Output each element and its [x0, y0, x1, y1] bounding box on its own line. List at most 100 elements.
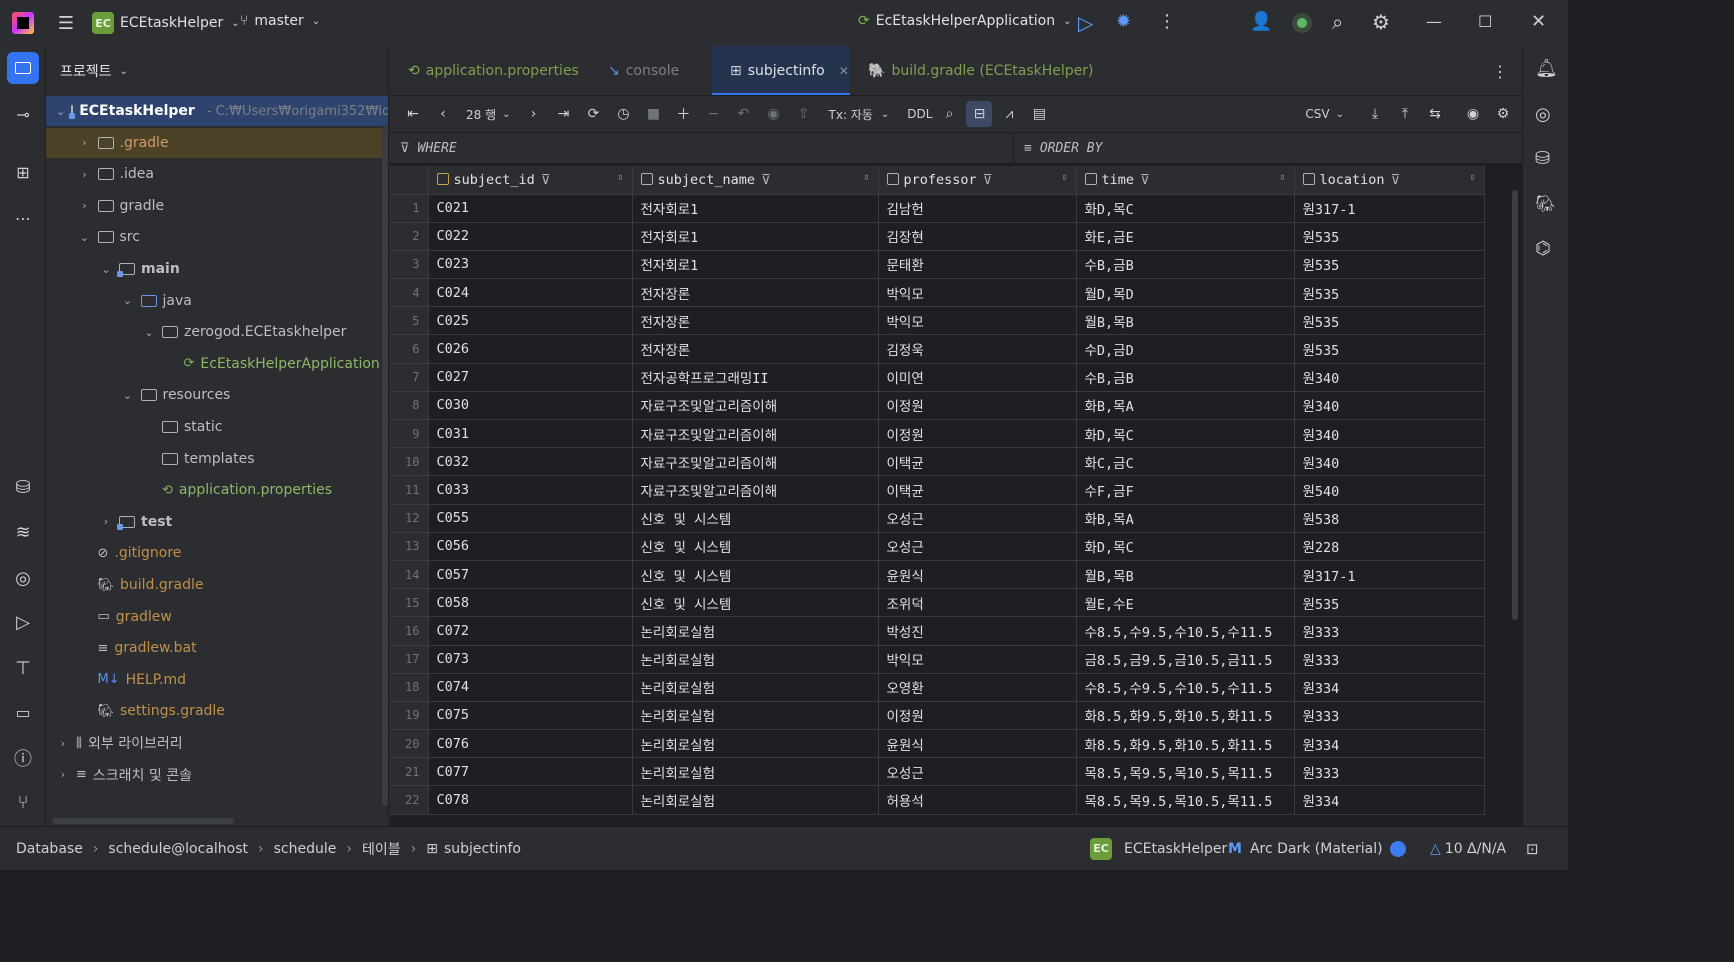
chevron-right-icon[interactable]: › — [78, 168, 92, 181]
terminal-tool-button[interactable]: ▭ — [7, 696, 39, 728]
cell-professor[interactable]: 박성진 — [878, 616, 1077, 646]
search-icon[interactable]: ⌕ — [1332, 10, 1343, 34]
cell-professor[interactable]: 허용석 — [878, 785, 1077, 815]
tree-item[interactable]: ≡ gradlew.bat — [46, 633, 388, 663]
add-row-icon[interactable]: ＋ — [671, 101, 697, 127]
tree-item[interactable]: ⌄ src — [46, 222, 388, 252]
cell-subject-name[interactable]: 논리회로실험 — [632, 673, 879, 702]
sort-arrows-icon[interactable]: ⇕ — [1279, 172, 1285, 183]
cell-location[interactable]: 원333 — [1294, 701, 1485, 731]
submit-icon[interactable]: ⇧ — [791, 101, 817, 127]
close-window-icon[interactable]: ✕ — [1531, 11, 1546, 32]
cell-subject-name[interactable]: 논리회로실험 — [632, 645, 879, 674]
table-row[interactable]: 5 C025 전자장론 박익모 월B,목B 원535 — [390, 306, 1485, 336]
cell-subject-name[interactable]: 자료구조및알고리즘이해 — [632, 475, 879, 505]
cell-subject-name[interactable]: 논리회로실험 — [632, 785, 879, 815]
previous-page-icon[interactable]: ‹ — [430, 101, 456, 127]
tab-console[interactable]: ↘ console — [590, 46, 712, 95]
cell-subject-name[interactable]: 논리회로실험 — [632, 701, 879, 731]
cell-subject-id[interactable]: C030 — [428, 391, 633, 421]
cell-professor[interactable]: 이택균 — [878, 475, 1077, 505]
chevron-right-icon[interactable]: › — [99, 515, 113, 528]
chevron-down-icon[interactable]: ⌄ — [121, 294, 135, 307]
cell-time[interactable]: 목8.5,목9.5,목10.5,목11.5 — [1076, 757, 1295, 787]
structure-tool-button[interactable]: ⊞ — [7, 156, 39, 188]
cell-subject-id[interactable]: C031 — [428, 419, 633, 449]
search-icon[interactable]: ⌕ — [936, 101, 962, 127]
cell-subject-name[interactable]: 논리회로실험 — [632, 757, 879, 787]
sort-arrows-icon[interactable]: ⇕ — [1061, 172, 1067, 183]
cell-time[interactable]: 화D,목C — [1076, 532, 1295, 561]
first-page-icon[interactable]: ⇤ — [400, 101, 426, 127]
cell-subject-name[interactable]: 자료구조및알고리즘이해 — [632, 447, 879, 477]
column-header-professor[interactable]: professor ⊽ ⇕ — [878, 166, 1077, 195]
cell-subject-id[interactable]: C074 — [428, 673, 633, 702]
last-page-icon[interactable]: ⇥ — [551, 101, 577, 127]
tree-item[interactable]: ▭ gradlew — [46, 602, 388, 632]
cell-time[interactable]: 화E,금E — [1076, 222, 1295, 251]
view-options-icon[interactable]: ◉ — [1460, 101, 1486, 127]
where-filter[interactable]: ⊽ WHERE — [390, 133, 1014, 163]
cell-location[interactable]: 원334 — [1294, 673, 1485, 702]
cell-time[interactable]: 수B,금B — [1076, 363, 1295, 392]
cell-subject-id[interactable]: C033 — [428, 475, 633, 505]
gradle-icon[interactable]: 🐘︎ — [1535, 194, 1555, 213]
tree-item[interactable]: › gradle — [46, 191, 388, 221]
tree-item[interactable]: ⟲ application.properties — [46, 475, 388, 505]
cell-professor[interactable]: 박익모 — [878, 645, 1077, 674]
cell-professor[interactable]: 김장현 — [878, 222, 1077, 251]
run-tool-button[interactable]: ▷ — [7, 606, 39, 638]
cell-subject-id[interactable]: C021 — [428, 194, 633, 223]
cell-subject-name[interactable]: 전자장론 — [632, 334, 879, 364]
cell-subject-name[interactable]: 논리회로실험 — [632, 616, 879, 646]
cell-subject-name[interactable]: 전자회로1 — [632, 222, 879, 251]
git-tool-button[interactable]: ⑂ — [7, 786, 39, 818]
cell-professor[interactable]: 이택균 — [878, 447, 1077, 477]
cell-time[interactable]: 월E,수E — [1076, 588, 1295, 618]
table-row[interactable]: 6 C026 전자장론 김정욱 수D,금D 원535 — [390, 334, 1485, 364]
cell-professor[interactable]: 오영환 — [878, 673, 1077, 702]
tx-mode-selector[interactable]: Tx: 자동 ⌄ — [829, 106, 890, 123]
cell-subject-id[interactable]: C022 — [428, 222, 633, 251]
commit-tool-button[interactable]: ⊸ — [7, 98, 39, 130]
compare-icon[interactable]: ⇆ — [1422, 101, 1448, 127]
sort-arrows-icon[interactable]: ⇕ — [1469, 172, 1475, 183]
status-theme[interactable]: M Arc Dark (Material) — [1228, 841, 1383, 857]
cell-subject-name[interactable]: 전자회로1 — [632, 194, 879, 223]
cell-location[interactable]: 원538 — [1294, 504, 1485, 533]
cell-professor[interactable]: 이정원 — [878, 391, 1077, 421]
cell-location[interactable]: 원340 — [1294, 363, 1485, 392]
cell-professor[interactable]: 오성근 — [878, 532, 1077, 561]
tree-item[interactable]: M↓ HELP.md — [46, 665, 388, 695]
python-console-icon[interactable]: ⌬ — [1535, 238, 1551, 259]
app-logo-icon[interactable] — [12, 12, 34, 34]
cell-professor[interactable]: 윤원식 — [878, 560, 1077, 590]
cell-professor[interactable]: 문태환 — [878, 250, 1077, 280]
next-page-icon[interactable]: › — [521, 101, 547, 127]
table-row[interactable]: 3 C023 전자회로1 문태환 수B,금B 원535 — [390, 250, 1485, 280]
branch-switcher[interactable]: ⑂ master ⌄ — [240, 13, 320, 29]
cell-location[interactable]: 원228 — [1294, 532, 1485, 561]
grid-vertical-scrollbar[interactable] — [1512, 190, 1518, 620]
cell-time[interactable]: 금8.5,금9.5,금10.5,금11.5 — [1076, 645, 1295, 674]
cell-location[interactable]: 원535 — [1294, 278, 1485, 308]
export-format-selector[interactable]: CSV ⌄ — [1305, 107, 1344, 121]
download-icon[interactable]: ⤓ — [1362, 101, 1388, 127]
preview-changes-icon[interactable]: ◉ — [761, 101, 787, 127]
tree-item[interactable]: › ≡ 스크래치 및 콘솔 — [46, 760, 388, 790]
grid-view-icon[interactable]: ⊟ — [966, 101, 993, 127]
problems-tool-button[interactable]: ⓘ — [7, 742, 39, 774]
table-row[interactable]: 1 C021 전자회로1 김남헌 화D,목C 원317-1 — [390, 194, 1485, 223]
project-scrollbar[interactable] — [382, 126, 388, 806]
sort-arrows-icon[interactable]: ⇕ — [863, 172, 869, 183]
chevron-down-icon[interactable]: ⌄ — [56, 105, 65, 118]
cell-subject-id[interactable]: C056 — [428, 532, 633, 561]
cell-time[interactable]: 수B,금B — [1076, 250, 1295, 280]
status-project[interactable]: EC ECEtaskHelper — [1090, 837, 1227, 860]
cell-professor[interactable]: 이정원 — [878, 419, 1077, 449]
cell-subject-name[interactable]: 신호 및 시스템 — [632, 504, 879, 533]
tree-item[interactable]: ⌄ ECEtaskHelper - C:₩Users₩origami352₩Idea… — [46, 96, 388, 126]
tab-application-properties[interactable]: ⟲ application.properties — [390, 46, 590, 95]
cell-professor[interactable]: 이미연 — [878, 363, 1077, 392]
cell-location[interactable]: 원334 — [1294, 785, 1485, 815]
